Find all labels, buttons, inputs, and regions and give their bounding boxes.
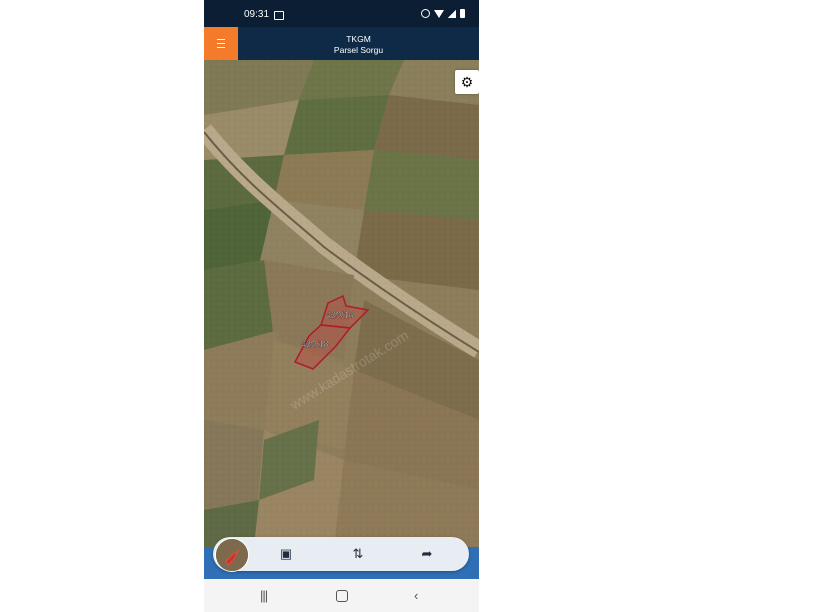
home-icon[interactable]: [336, 590, 348, 602]
scan-icon[interactable]: ▣: [277, 545, 295, 563]
app-subtitle: Parsel Sorgu: [333, 45, 384, 55]
gear-icon: ⚙: [460, 73, 474, 90]
status-time: 09:31: [244, 9, 270, 20]
map-thumbnail[interactable]: [215, 538, 249, 572]
map-toolbar: ▣ ⇅ ➦: [213, 537, 469, 572]
wifi-icon: [434, 9, 444, 18]
battery-icon: [460, 9, 465, 18]
parcel-label: 429/18: [301, 339, 329, 349]
back-icon[interactable]: ‹: [414, 588, 418, 603]
app-header: TKGM Parsel Sorgu: [204, 27, 479, 60]
swap-icon[interactable]: ⇅: [349, 545, 367, 563]
settings-button[interactable]: ⚙: [455, 70, 479, 94]
image-notification-icon: [274, 11, 284, 20]
alarm-icon: [421, 9, 430, 18]
system-nav-bar: ||| ‹: [204, 579, 479, 612]
status-bar: 09:31: [204, 0, 479, 27]
map-imagery: www.kadastrotak.com 429/16 429/18: [204, 60, 479, 547]
menu-button[interactable]: [204, 27, 238, 60]
signal-icon: [448, 9, 456, 18]
thumbnail-map-icon: [216, 539, 248, 571]
hamburger-icon: [217, 39, 225, 48]
share-icon[interactable]: ➦: [418, 545, 436, 563]
app-title: TKGM: [346, 34, 371, 44]
phone-screen: 09:31 TKGM Parsel Sorgu www.kadastrotak.…: [204, 0, 479, 612]
recents-icon[interactable]: |||: [260, 588, 268, 603]
satellite-map[interactable]: www.kadastrotak.com 429/16 429/18: [204, 60, 479, 547]
parcel-label: 429/16: [326, 310, 354, 320]
app-title-block: TKGM Parsel Sorgu: [238, 34, 479, 56]
